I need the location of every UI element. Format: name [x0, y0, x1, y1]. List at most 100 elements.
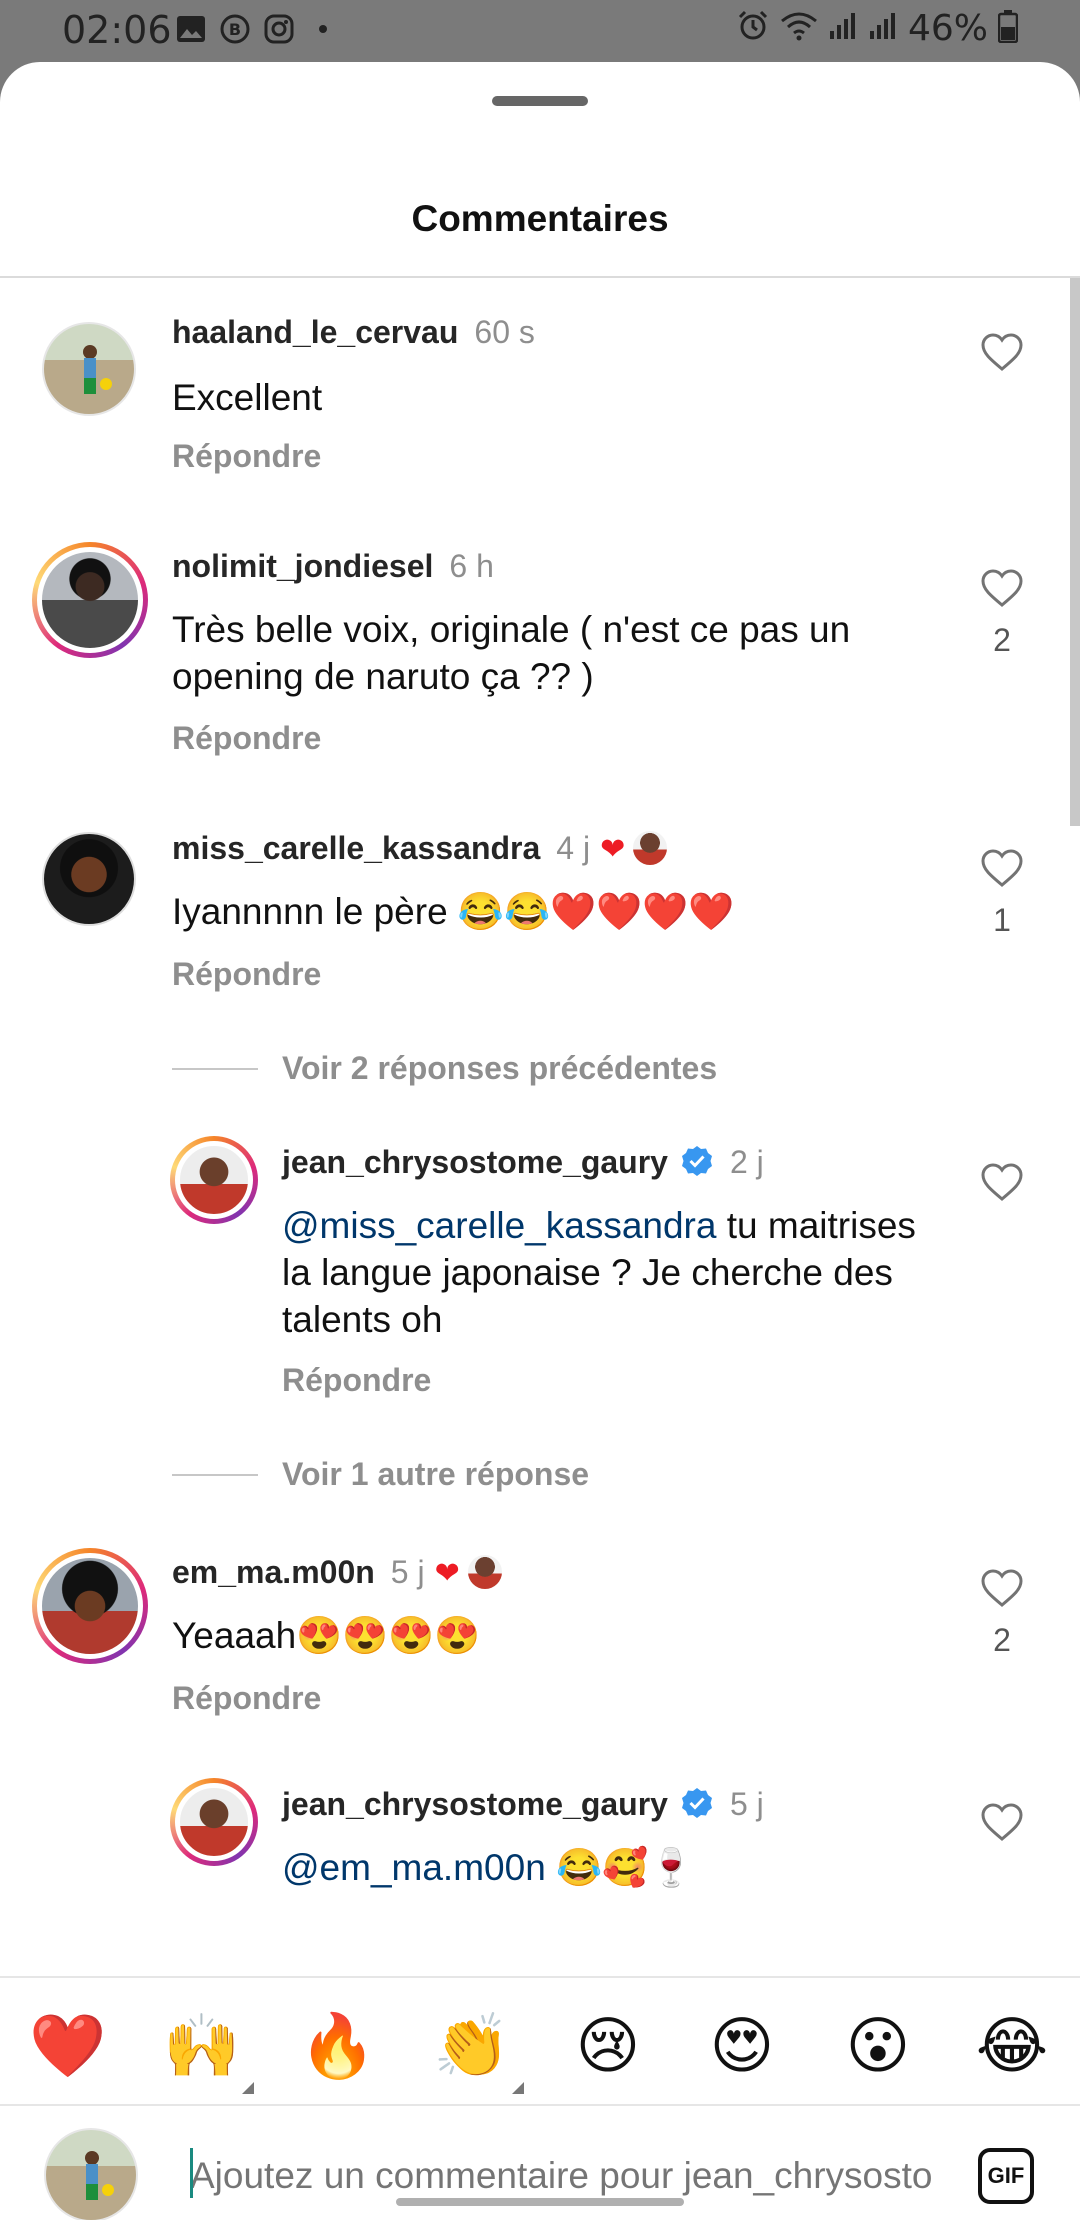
emoji-fire-button[interactable]: 🔥: [298, 2006, 378, 2086]
emoji-clapping-button[interactable]: 👏: [432, 2006, 524, 2094]
username-text[interactable]: haaland_le_cervau: [172, 314, 458, 350]
wifi-icon: [780, 11, 818, 46]
comment-time: 5 j: [390, 1554, 425, 1590]
notification-icons: B: [176, 14, 338, 44]
comment-text: @em_ma.m00n 😂🥰🍷: [282, 1844, 922, 1891]
avatar-image: [175, 1783, 253, 1861]
avatar[interactable]: [32, 1548, 148, 1664]
username-text[interactable]: miss_carelle_kassandra: [172, 830, 540, 866]
comment-text: Très belle voix, originale ( n'est ce pa…: [172, 609, 851, 697]
emoji-heart-button[interactable]: ❤️: [28, 2006, 108, 2086]
system-icons: 46%: [736, 8, 1019, 49]
header-divider: [0, 276, 1080, 278]
view-previous-replies-label[interactable]: Voir 2 réponses précédentes: [282, 1050, 717, 1087]
comment-username[interactable]: miss_carelle_kassandra 4 j ❤: [172, 830, 668, 867]
svg-text:B: B: [229, 20, 241, 39]
emoji-raising-hands-button[interactable]: 🙌: [162, 2006, 254, 2094]
username-text[interactable]: jean_chrysostome_gaury: [282, 1786, 668, 1822]
comment-text: @miss_carelle_kassandra tu maitrises la …: [282, 1202, 922, 1343]
signal-icon: [868, 11, 898, 46]
verified-badge-icon: [681, 1146, 712, 1176]
reply-text: 😂🥰🍷: [545, 1847, 695, 1888]
battery-percent: 46%: [907, 8, 988, 49]
emoji-crying-button[interactable]: 😢: [568, 2006, 648, 2086]
emoji-raising-hands-glyph: 🙌: [163, 2009, 241, 2082]
comment-username[interactable]: jean_chrysostome_gaury 2 j: [282, 1144, 764, 1181]
creator-avatar: [467, 1555, 502, 1589]
comment-username[interactable]: em_ma.m00n 5 j ❤: [172, 1554, 502, 1591]
status-bar: 02:06 B 46%: [0, 0, 1080, 64]
avatar[interactable]: [170, 1136, 258, 1224]
avatar-image: [175, 1141, 253, 1219]
like-count: 2: [993, 1622, 1011, 1658]
divider: [172, 1067, 258, 1070]
mention-link[interactable]: @miss_carelle_kassandra: [282, 1205, 716, 1246]
instagram-icon: [264, 14, 294, 44]
signal-icon: [828, 11, 858, 46]
reply-button[interactable]: Répondre: [172, 438, 321, 475]
dot-icon: [308, 14, 338, 44]
mention-link[interactable]: @em_ma.m00n: [282, 1847, 546, 1888]
comment-username[interactable]: haaland_le_cervau 60 s: [172, 314, 535, 351]
gallery-icon: [176, 14, 206, 44]
drag-handle[interactable]: [492, 96, 588, 106]
emoji-laughing-button[interactable]: 😂: [972, 2006, 1052, 2086]
comment-text: Iyannnnn le père 😂😂❤️❤️❤️❤️: [172, 891, 735, 932]
quick-reaction-bar: ❤️ 🙌 🔥 👏 😢 😍 😮 😂: [0, 1976, 1080, 2106]
comment-username[interactable]: jean_chrysostome_gaury 5 j: [282, 1786, 764, 1823]
avatar[interactable]: [42, 322, 136, 416]
view-previous-replies[interactable]: Voir 2 réponses précédentes: [172, 1050, 717, 1087]
username-text[interactable]: em_ma.m00n: [172, 1554, 375, 1590]
comment-username[interactable]: nolimit_jondiesel 6 h: [172, 548, 494, 585]
reply-button[interactable]: Répondre: [172, 1680, 321, 1717]
creator-liked-heart-icon: ❤: [600, 832, 626, 867]
comment-text: Excellent: [172, 377, 323, 418]
like-count: 1: [993, 902, 1011, 938]
reply-button[interactable]: Répondre: [172, 956, 321, 993]
comment-text: Yeaaah😍😍😍😍: [172, 1615, 481, 1656]
skin-tone-indicator: [512, 2082, 524, 2094]
reply-button[interactable]: Répondre: [172, 720, 321, 757]
gif-button[interactable]: GIF: [978, 2148, 1034, 2204]
text-cursor: [190, 2148, 193, 2198]
emoji-heart-eyes-button[interactable]: 😍: [702, 2006, 782, 2086]
comment-time: 2 j: [729, 1144, 764, 1180]
creator-liked-heart-icon: ❤: [434, 1556, 460, 1591]
comment-input[interactable]: [190, 2148, 934, 2204]
gesture-bar[interactable]: [396, 2198, 684, 2206]
heart-icon[interactable]: [980, 848, 1024, 888]
avatar[interactable]: [170, 1778, 258, 1866]
heart-icon[interactable]: [980, 332, 1024, 372]
skin-tone-indicator: [242, 2082, 254, 2094]
heart-icon[interactable]: [980, 1568, 1024, 1608]
like-count: 2: [993, 622, 1011, 658]
status-time: 02:06: [62, 8, 172, 52]
heart-icon[interactable]: [980, 1162, 1024, 1202]
username-text[interactable]: nolimit_jondiesel: [172, 548, 433, 584]
avatar-image: [37, 547, 143, 653]
my-avatar: [44, 2128, 138, 2220]
divider: [172, 1473, 258, 1476]
avatar[interactable]: [42, 832, 136, 926]
heart-icon[interactable]: [980, 1802, 1024, 1842]
comment-time: 4 j: [556, 830, 591, 866]
emoji-clapping-glyph: 👏: [433, 2009, 511, 2082]
username-text[interactable]: jean_chrysostome_gaury: [282, 1144, 668, 1180]
b-circle-icon: B: [220, 14, 250, 44]
emoji-surprised-button[interactable]: 😮: [838, 2006, 918, 2086]
avatar[interactable]: [32, 542, 148, 658]
heart-icon[interactable]: [980, 568, 1024, 608]
scrollbar[interactable]: [1070, 278, 1080, 826]
comment-time: 5 j: [729, 1786, 764, 1822]
reply-button[interactable]: Répondre: [282, 1362, 431, 1399]
comment-time: 60 s: [474, 314, 535, 350]
avatar-image: [37, 1553, 143, 1659]
creator-avatar: [633, 831, 668, 865]
battery-icon: [997, 9, 1019, 48]
alarm-icon: [736, 9, 770, 48]
view-more-replies-label[interactable]: Voir 1 autre réponse: [282, 1456, 589, 1493]
sheet-title: Commentaires: [411, 198, 669, 239]
view-more-replies[interactable]: Voir 1 autre réponse: [172, 1456, 589, 1493]
verified-badge-icon: [681, 1788, 712, 1818]
comment-time: 6 h: [449, 548, 494, 584]
